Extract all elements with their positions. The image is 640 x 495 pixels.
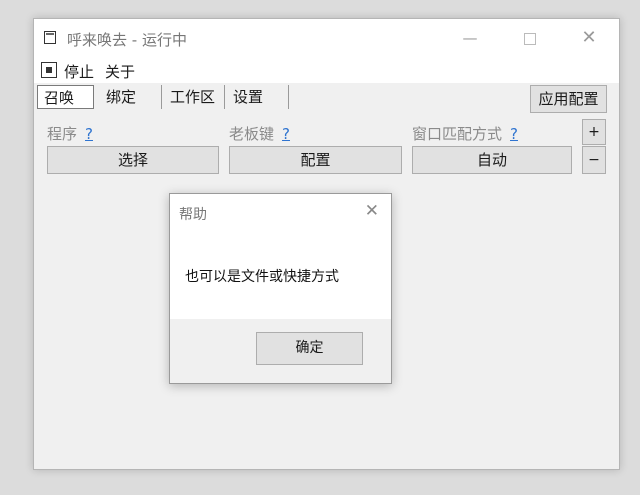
field-label-boss-key: 老板键?	[229, 123, 290, 144]
field-label-window-match: 窗口匹配方式?	[412, 123, 518, 144]
menu-item-stop[interactable]: 停止	[64, 61, 94, 82]
remove-button[interactable]: −	[582, 146, 606, 174]
minimize-button[interactable]: —	[441, 19, 499, 59]
boss-key-help-link[interactable]: ?	[282, 125, 290, 143]
app-icon	[44, 31, 56, 44]
apply-config-button[interactable]: 应用配置	[530, 85, 607, 113]
tab-bind[interactable]: 绑定	[100, 85, 162, 109]
maximize-icon	[524, 32, 536, 45]
dialog-message: 也可以是文件或快捷方式	[185, 269, 339, 285]
tab-summon[interactable]: 召唤	[37, 85, 94, 109]
title-bar[interactable]: 呼来唤去 - 运行中 — ✕	[34, 19, 619, 59]
dialog-close-button[interactable]: ✕	[365, 201, 379, 221]
help-dialog: 帮助 ✕ 也可以是文件或快捷方式 确定	[169, 193, 392, 384]
window-match-button[interactable]: 自动	[412, 146, 572, 174]
maximize-button[interactable]	[501, 19, 559, 59]
close-button[interactable]: ✕	[560, 19, 618, 59]
program-label: 程序	[47, 125, 78, 143]
dialog-title: 帮助	[179, 207, 207, 223]
field-label-program: 程序?	[47, 123, 93, 144]
window-match-help-link[interactable]: ?	[510, 125, 518, 143]
window-match-label: 窗口匹配方式	[412, 125, 503, 143]
tab-workspace[interactable]: 工作区	[164, 85, 225, 109]
dialog-ok-button[interactable]: 确定	[256, 332, 363, 365]
add-button[interactable]: +	[582, 119, 606, 145]
configure-boss-key-button[interactable]: 配置	[229, 146, 402, 174]
boss-key-label: 老板键	[229, 125, 275, 143]
select-program-button[interactable]: 选择	[47, 146, 219, 174]
dialog-footer: 确定	[170, 319, 391, 383]
program-help-link[interactable]: ?	[85, 125, 93, 143]
window-title: 呼来唤去 - 运行中	[67, 31, 187, 49]
tab-settings[interactable]: 设置	[227, 85, 289, 109]
menu-bar: 停止 关于	[34, 59, 619, 83]
menu-item-about[interactable]: 关于	[105, 61, 135, 82]
stop-icon[interactable]	[41, 62, 57, 78]
